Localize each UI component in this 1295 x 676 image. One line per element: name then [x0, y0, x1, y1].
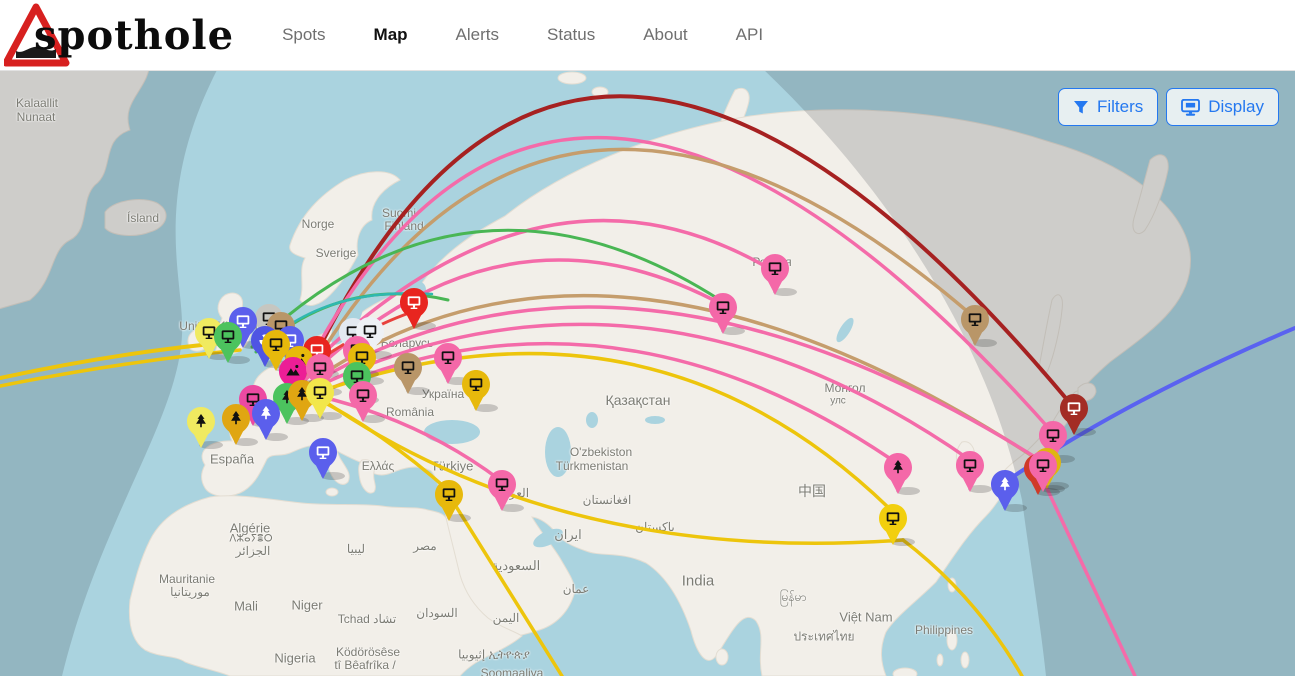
map-marker-monitor[interactable]: [348, 380, 388, 424]
map-marker-tree[interactable]: [186, 406, 226, 450]
nav-item-about[interactable]: About: [643, 25, 687, 45]
map-marker-monitor[interactable]: [434, 479, 474, 523]
map-marker-tree[interactable]: [883, 452, 923, 496]
brand-logo[interactable]: spothole: [4, 0, 234, 70]
map-marker-monitor[interactable]: [305, 377, 345, 421]
map-marker-monitor[interactable]: [461, 369, 501, 413]
map-marker-tree[interactable]: [251, 398, 291, 442]
display-button-label: Display: [1208, 97, 1264, 117]
nav-item-alerts[interactable]: Alerts: [456, 25, 499, 45]
map-marker-monitor[interactable]: [878, 503, 918, 547]
nav-item-api[interactable]: API: [736, 25, 763, 45]
map-canvas[interactable]: KalaallitNunaatÍslandNorgeSuomiFinlandSv…: [0, 70, 1295, 676]
map-marker-monitor[interactable]: [308, 437, 348, 481]
filter-funnel-icon: [1073, 100, 1089, 115]
display-button[interactable]: Display: [1166, 88, 1279, 126]
main-nav: Spots Map Alerts Status About API: [282, 25, 763, 45]
nav-item-map[interactable]: Map: [374, 25, 408, 45]
brand-name: spothole: [34, 12, 234, 59]
top-navbar: spothole Spots Map Alerts Status About API: [0, 0, 1295, 71]
map-marker-monitor[interactable]: [708, 292, 748, 336]
nav-item-status[interactable]: Status: [547, 25, 595, 45]
map-markers: [0, 70, 1295, 676]
map-marker-monitor[interactable]: [213, 321, 253, 365]
map-marker-monitor[interactable]: [1028, 450, 1068, 494]
map-marker-monitor[interactable]: [399, 287, 439, 331]
display-monitor-icon: [1181, 99, 1200, 116]
nav-item-spots[interactable]: Spots: [282, 25, 325, 45]
filters-button-label: Filters: [1097, 97, 1143, 117]
map-marker-monitor[interactable]: [393, 352, 433, 396]
map-marker-monitor[interactable]: [760, 253, 800, 297]
map-marker-monitor[interactable]: [955, 450, 995, 494]
map-marker-monitor[interactable]: [960, 304, 1000, 348]
filters-button[interactable]: Filters: [1058, 88, 1158, 126]
map-marker-monitor[interactable]: [487, 469, 527, 513]
